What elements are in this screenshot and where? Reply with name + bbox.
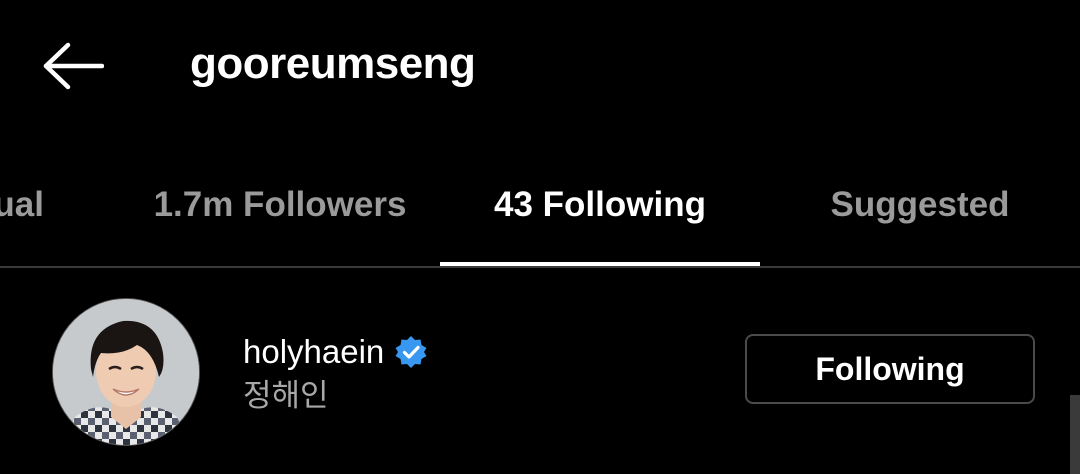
username-row: holyhaein (243, 330, 428, 374)
following-button[interactable]: Following (745, 334, 1035, 404)
verified-badge-icon (394, 335, 428, 369)
tab-bar: ual 1.7m Followers 43 Following Suggeste… (0, 160, 1080, 268)
tab-mutual-label: ual (0, 185, 44, 224)
arrow-left-icon (42, 42, 104, 90)
tab-suggested[interactable]: Suggested (760, 160, 1080, 264)
full-name: 정해인 (243, 378, 329, 413)
scrollbar[interactable] (1070, 395, 1080, 474)
tab-followers[interactable]: 1.7m Followers (120, 160, 440, 264)
tabs-divider (0, 266, 1080, 268)
top-bar: gooreumseng (0, 0, 1080, 130)
username[interactable]: holyhaein (243, 330, 384, 374)
tab-mutual[interactable]: ual (0, 160, 130, 264)
avatar[interactable] (52, 298, 200, 446)
tab-following[interactable]: 43 Following (440, 160, 760, 264)
page-title: gooreumseng (190, 39, 476, 88)
back-button[interactable] (38, 36, 108, 96)
list-item[interactable]: holyhaein 정해인 Following (0, 288, 1080, 458)
